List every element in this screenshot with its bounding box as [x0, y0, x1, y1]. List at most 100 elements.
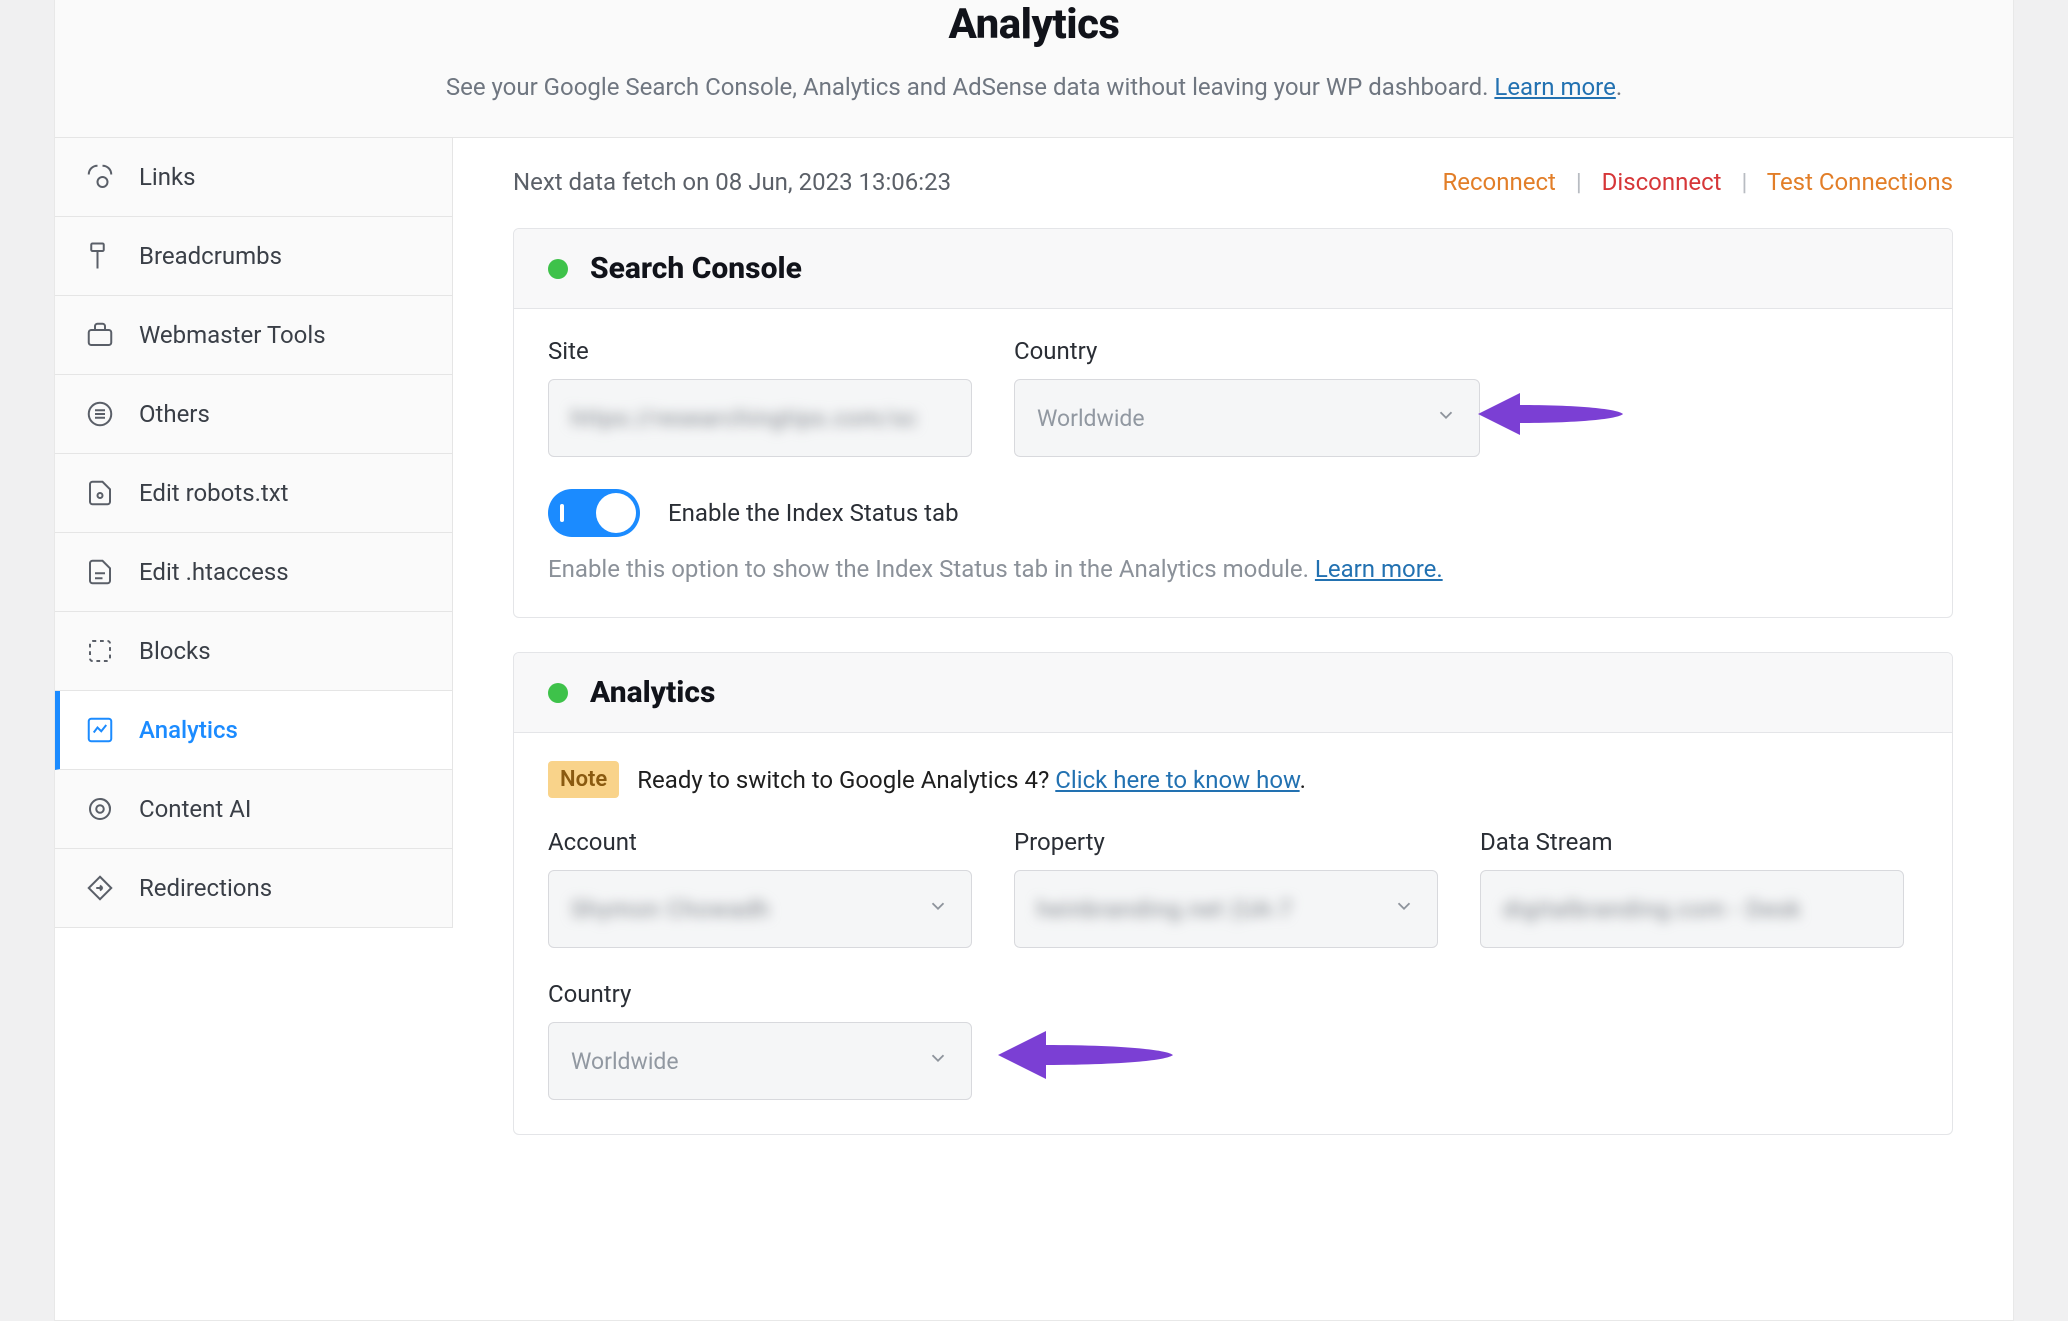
help-prefix: Enable this option to show the Index Sta… — [548, 555, 1315, 583]
data-stream-field: Data Stream digitalbranding.com - Desk — [1480, 828, 1904, 948]
note-badge: Note — [548, 761, 619, 798]
search-console-card: Search Console Site https://researchingt… — [513, 228, 1953, 618]
sidebar-item-edit-robots[interactable]: Edit robots.txt — [55, 454, 452, 533]
help-text: Enable this option to show the Index Sta… — [548, 555, 1918, 583]
sidebar-item-others[interactable]: Others — [55, 375, 452, 454]
sidebar-item-breadcrumbs[interactable]: Breadcrumbs — [55, 217, 452, 296]
chevron-down-icon — [1393, 895, 1415, 923]
analytics-icon — [85, 715, 115, 745]
annotation-arrow-icon — [998, 1025, 1173, 1091]
sidebar-item-label: Others — [139, 400, 210, 428]
site-field: Site https://researchingtips.com/sc — [548, 337, 972, 457]
property-value: heinbranding.net (UA-7 — [1037, 896, 1293, 923]
sidebar: Links Breadcrumbs Webmaster Tools — [55, 138, 453, 928]
separator: | — [1741, 168, 1747, 196]
data-stream-select[interactable]: digitalbranding.com - Desk — [1480, 870, 1904, 948]
analytics-card: Analytics Note Ready to switch to Google… — [513, 652, 1953, 1135]
sidebar-item-label: Links — [139, 163, 196, 191]
separator: | — [1576, 168, 1582, 196]
subtitle-text: See your Google Search Console, Analytic… — [446, 73, 1495, 101]
card-header: Search Console — [514, 229, 1952, 309]
page-title: Analytics — [95, 0, 1973, 49]
sidebar-item-webmaster-tools[interactable]: Webmaster Tools — [55, 296, 452, 375]
note-text: Ready to switch to Google Analytics 4? — [637, 766, 1055, 794]
toggle-row: Enable the Index Status tab — [548, 489, 1918, 537]
ga4-link[interactable]: Click here to know how — [1055, 766, 1299, 794]
sidebar-item-label: Webmaster Tools — [139, 321, 326, 349]
country-value: Worldwide — [571, 1048, 679, 1075]
card-title: Search Console — [590, 251, 802, 286]
chevron-down-icon — [1435, 404, 1457, 432]
status-dot-icon — [548, 259, 568, 279]
analytics-country-select[interactable]: Worldwide — [548, 1022, 972, 1100]
card-header: Analytics — [514, 653, 1952, 733]
page-root: Analytics See your Google Search Console… — [0, 0, 2068, 1321]
index-status-toggle[interactable] — [548, 489, 640, 537]
sidebar-item-label: Edit robots.txt — [139, 479, 289, 507]
sidebar-item-label: Redirections — [139, 874, 272, 902]
content-ai-icon — [85, 794, 115, 824]
toggle-knob — [596, 493, 636, 533]
account-field: Account Shymon Chowadh — [548, 828, 972, 948]
sidebar-item-analytics[interactable]: Analytics — [55, 691, 452, 770]
links-icon — [85, 162, 115, 192]
card-title: Analytics — [590, 675, 715, 710]
account-select[interactable]: Shymon Chowadh — [548, 870, 972, 948]
layout: Links Breadcrumbs Webmaster Tools — [55, 138, 2013, 1169]
sidebar-item-redirections[interactable]: Redirections — [55, 849, 452, 928]
sidebar-item-label: Edit .htaccess — [139, 558, 289, 586]
status-dot-icon — [548, 683, 568, 703]
robots-file-icon — [85, 478, 115, 508]
fetch-info: Next data fetch on 08 Jun, 2023 13:06:23 — [513, 168, 951, 196]
data-stream-label: Data Stream — [1480, 828, 1904, 856]
card-body: Note Ready to switch to Google Analytics… — [514, 733, 1952, 1134]
redirections-icon — [85, 873, 115, 903]
page-subtitle: See your Google Search Console, Analytic… — [95, 73, 1973, 101]
blocks-icon — [85, 636, 115, 666]
property-field: Property heinbranding.net (UA-7 — [1014, 828, 1438, 948]
sidebar-item-label: Analytics — [139, 716, 238, 744]
disconnect-link[interactable]: Disconnect — [1602, 168, 1722, 196]
country-label: Country — [1014, 337, 1480, 365]
learn-more-link[interactable]: Learn more. — [1315, 555, 1443, 583]
annotation-arrow-icon — [1478, 387, 1623, 448]
reconnect-link[interactable]: Reconnect — [1442, 168, 1555, 196]
country-value: Worldwide — [1037, 405, 1145, 432]
property-select[interactable]: heinbranding.net (UA-7 — [1014, 870, 1438, 948]
note-suffix: . — [1300, 766, 1306, 794]
field-row: Site https://researchingtips.com/sc Coun… — [548, 337, 1918, 457]
analytics-country-field: Country Worldwide — [548, 980, 972, 1100]
sidebar-item-edit-htaccess[interactable]: Edit .htaccess — [55, 533, 452, 612]
field-row: Country Worldwide — [548, 980, 1918, 1100]
sidebar-item-label: Breadcrumbs — [139, 242, 282, 270]
top-row: Next data fetch on 08 Jun, 2023 13:06:23… — [513, 168, 1953, 196]
sidebar-item-content-ai[interactable]: Content AI — [55, 770, 452, 849]
toggle-label: Enable the Index Status tab — [668, 499, 959, 527]
breadcrumbs-icon — [85, 241, 115, 271]
test-connections-link[interactable]: Test Connections — [1767, 168, 1953, 196]
subtitle-suffix: . — [1616, 73, 1622, 101]
sidebar-item-blocks[interactable]: Blocks — [55, 612, 452, 691]
sidebar-item-label: Content AI — [139, 795, 251, 823]
account-label: Account — [548, 828, 972, 856]
chevron-down-icon — [927, 895, 949, 923]
briefcase-icon — [85, 320, 115, 350]
account-value: Shymon Chowadh — [571, 896, 770, 923]
data-stream-value: digitalbranding.com - Desk — [1503, 896, 1801, 923]
chevron-down-icon — [927, 1047, 949, 1075]
field-row: Account Shymon Chowadh Property — [548, 828, 1918, 948]
note-container: Ready to switch to Google Analytics 4? C… — [637, 766, 1306, 794]
site-label: Site — [548, 337, 972, 365]
country-label: Country — [548, 980, 972, 1008]
country-select[interactable]: Worldwide — [1014, 379, 1480, 457]
country-field: Country Worldwide — [1014, 337, 1480, 457]
page-container: Analytics See your Google Search Console… — [54, 0, 2014, 1321]
htaccess-file-icon — [85, 557, 115, 587]
note-row: Note Ready to switch to Google Analytics… — [548, 761, 1918, 798]
site-input[interactable]: https://researchingtips.com/sc — [548, 379, 972, 457]
top-links: Reconnect | Disconnect | Test Connection… — [1442, 168, 1953, 196]
site-value: https://researchingtips.com/sc — [571, 405, 918, 432]
page-header: Analytics See your Google Search Console… — [55, 0, 2013, 138]
sidebar-item-links[interactable]: Links — [55, 138, 452, 217]
learn-more-link[interactable]: Learn more — [1494, 73, 1615, 101]
